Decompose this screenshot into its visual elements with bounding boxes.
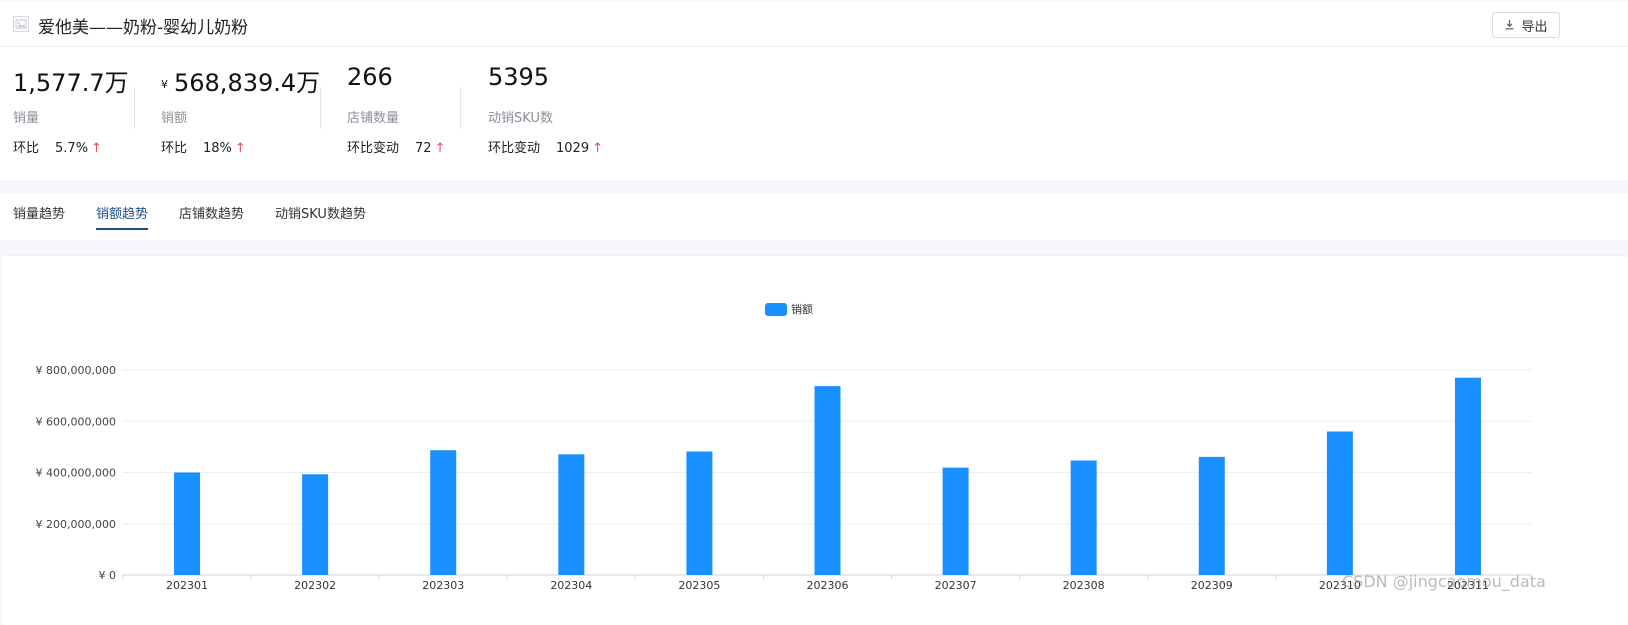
page-title: 爱他美——奶粉-婴幼儿奶粉 <box>38 18 249 38</box>
stat-number: 568,839.4万 <box>174 69 321 97</box>
stat-number: 266 <box>347 63 393 91</box>
stat-divider <box>460 87 461 129</box>
bar <box>558 454 585 575</box>
export-button[interactable]: 导出 <box>1492 12 1560 38</box>
x-tick-label: 202307 <box>935 579 977 592</box>
bar <box>686 451 713 575</box>
arrow-up-icon: ↑ <box>434 141 446 156</box>
export-label: 导出 <box>1521 18 1548 34</box>
change-value: 1029 <box>556 141 590 156</box>
stat-change: 环比变动 1029 ↑ <box>488 137 603 156</box>
stat-label: 动销SKU数 <box>488 111 553 126</box>
stat-value: 266 <box>347 63 393 91</box>
stats-panel: 1,577.7万 销量 环比 5.7% ↑ ¥568,839.4万 销额 环比 18%… <box>0 47 1628 180</box>
stat-value: 1,577.7万 <box>13 63 129 98</box>
change-label: 环比 <box>161 141 188 156</box>
y-tick-label: ¥ 200,000,000 <box>36 518 116 531</box>
bar <box>942 467 969 575</box>
stat-label: 店铺数量 <box>347 111 400 126</box>
download-icon <box>1504 18 1515 33</box>
x-tick-label: 202303 <box>422 579 464 592</box>
x-tick-label: 202305 <box>678 579 720 592</box>
y-tick-label: ¥ 600,000,000 <box>36 415 116 428</box>
change-value: 5.7% <box>55 141 89 156</box>
currency-symbol: ¥ <box>161 77 168 91</box>
x-tick-label: 202302 <box>294 579 336 592</box>
y-tick-label: ¥ 0 <box>99 569 117 582</box>
legend-swatch <box>765 303 787 316</box>
image-placeholder-icon <box>13 16 29 32</box>
stat-change: 环比 18% ↑ <box>161 137 246 156</box>
page-header: 爱他美——奶粉-婴幼儿奶粉 导出 <box>0 2 1628 47</box>
arrow-up-icon: ↑ <box>91 141 102 156</box>
stat-value: 5395 <box>488 63 549 91</box>
stat-divider <box>134 87 135 129</box>
x-tick-label: 202304 <box>550 579 592 592</box>
change-value: 18% <box>203 141 232 156</box>
tab-sales-amount-trend[interactable]: 销额趋势 <box>96 203 149 230</box>
sales-amount-bar-chart: ¥ 0 ¥ 200,000,000 ¥ 400,000,000 ¥ 600,000,0… <box>36 302 1532 592</box>
stat-number: 5395 <box>488 63 550 91</box>
bar <box>430 450 457 575</box>
stat-change: 环比变动 72 ↑ <box>347 137 445 156</box>
tab-store-count-trend[interactable]: 店铺数趋势 <box>179 203 244 227</box>
bar <box>302 474 329 575</box>
arrow-up-icon: ↑ <box>592 141 604 156</box>
tab-sales-volume-trend[interactable]: 销量趋势 <box>13 203 65 227</box>
bar <box>1070 460 1097 575</box>
stat-change: 环比 5.7% ↑ <box>13 137 102 156</box>
chart-card: ¥ 0 ¥ 200,000,000 ¥ 400,000,000 ¥ 600,000,0… <box>2 255 1628 625</box>
bar <box>1326 431 1353 575</box>
bar <box>174 472 201 575</box>
bar <box>814 386 841 575</box>
x-tick-label: 202309 <box>1191 579 1233 592</box>
tab-sku-count-trend[interactable]: 动销SKU数趋势 <box>275 203 366 227</box>
change-value: 72 <box>415 141 432 156</box>
change-label: 环比变动 <box>488 141 541 156</box>
trend-tabs: 销量趋势 销额趋势 店铺数趋势 动销SKU数趋势 <box>0 193 1628 240</box>
legend-label: 销额 <box>791 302 813 316</box>
stat-number: 1,577.7万 <box>13 69 129 97</box>
y-tick-label: ¥ 800,000,000 <box>36 364 116 377</box>
x-tick-label: 202308 <box>1063 579 1105 592</box>
x-tick-label: 202301 <box>166 579 208 592</box>
change-label: 环比变动 <box>347 141 400 156</box>
stat-divider <box>320 87 321 129</box>
y-tick-label: ¥ 400,000,000 <box>36 467 116 480</box>
arrow-up-icon: ↑ <box>234 141 246 156</box>
stat-value: ¥568,839.4万 <box>161 63 320 98</box>
change-label: 环比 <box>13 141 40 156</box>
bar <box>1198 456 1225 575</box>
stat-label: 销量 <box>13 111 40 126</box>
bar <box>1454 377 1481 575</box>
stat-label: 销额 <box>161 111 188 126</box>
x-tick-label: 202306 <box>807 579 849 592</box>
watermark: CSDN @jingcaomou_data <box>1342 572 1546 591</box>
